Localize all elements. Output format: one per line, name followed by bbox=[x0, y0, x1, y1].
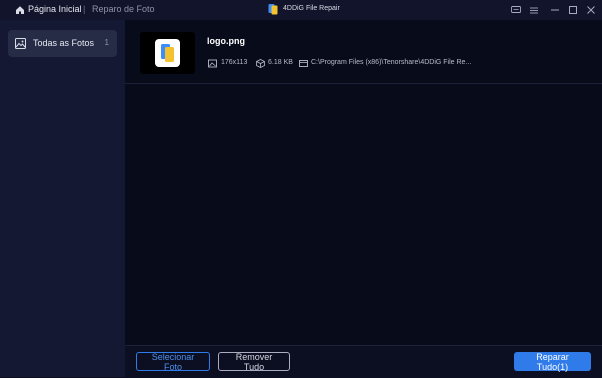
thumbnail-logo-image bbox=[155, 39, 180, 67]
sidebar-item-all-photos[interactable]: Todas as Fotos 1 bbox=[8, 30, 117, 57]
sidebar-item-label: Todas as Fotos bbox=[33, 38, 95, 48]
image-icon bbox=[15, 38, 26, 49]
repair-all-button[interactable]: Reparar Tudo(1) bbox=[514, 352, 591, 372]
home-icon[interactable] bbox=[15, 5, 25, 15]
app-logo-icon bbox=[268, 4, 278, 15]
select-photo-button[interactable]: Selecionar Foto bbox=[136, 352, 210, 372]
feedback-icon[interactable] bbox=[510, 4, 522, 16]
menu-icon[interactable] bbox=[528, 4, 540, 16]
resolution-icon bbox=[208, 59, 217, 68]
footer-toolbar: Selecionar Foto Remover Tudo Reparar Tud… bbox=[125, 345, 602, 378]
remove-all-button[interactable]: Remover Tudo bbox=[218, 352, 290, 372]
maximize-icon[interactable] bbox=[567, 4, 579, 16]
file-size: 6.18 KB bbox=[268, 59, 293, 66]
close-icon[interactable] bbox=[585, 4, 597, 16]
file-list: logo.png 176x113 6.18 KB C:\Program File… bbox=[125, 20, 602, 345]
file-item[interactable]: logo.png 176x113 6.18 KB C:\Program File… bbox=[125, 20, 602, 84]
breadcrumb-home[interactable]: Página Inicial bbox=[28, 4, 82, 14]
file-path: C:\Program Files (x86)\Tenorshare\4DDiG … bbox=[311, 59, 472, 66]
file-resolution: 176x113 bbox=[221, 59, 248, 66]
breadcrumb-separator: | bbox=[83, 4, 86, 14]
sidebar-item-count: 1 bbox=[104, 38, 109, 47]
sidebar: Todas as Fotos 1 bbox=[0, 20, 125, 377]
breadcrumb-current: Reparo de Foto bbox=[92, 4, 155, 14]
size-icon bbox=[256, 59, 265, 68]
logo-image-icon bbox=[161, 44, 174, 62]
folder-path-icon bbox=[299, 60, 308, 67]
title-bar: Página Inicial | Reparo de Foto 4DDiG Fi… bbox=[0, 0, 602, 20]
file-thumbnail bbox=[140, 32, 195, 74]
minimize-icon[interactable] bbox=[549, 4, 561, 16]
app-title: 4DDiG File Repair bbox=[283, 5, 340, 12]
file-name: logo.png bbox=[207, 36, 245, 46]
